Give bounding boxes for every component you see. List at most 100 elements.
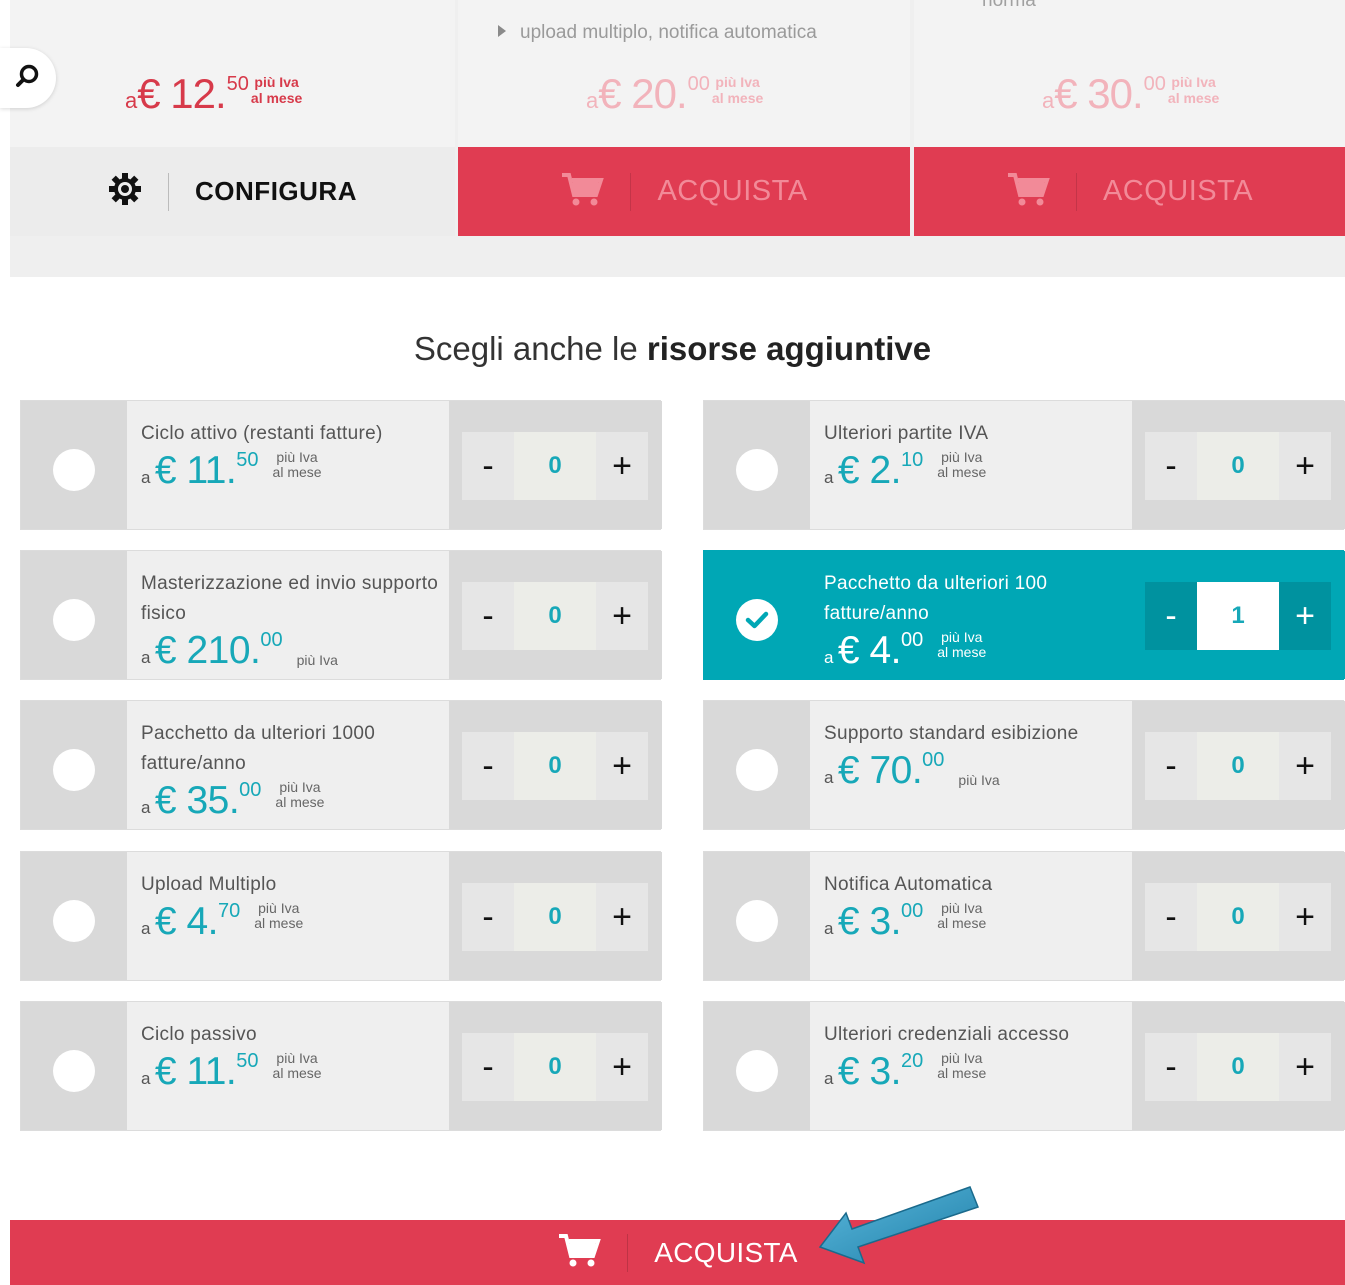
quantity-value[interactable]: 0 <box>1197 432 1279 500</box>
price-prefix: a <box>824 768 834 787</box>
addon-card-selected[interactable]: Pacchetto da ulteriori 100 fatture/anno … <box>703 550 1345 680</box>
price-cents: 50 <box>236 449 259 471</box>
plan-2-price: a€ 20.00 più Iva al mese <box>586 70 763 118</box>
addon-price: a € 11.50 più Iva al mese <box>141 449 449 493</box>
quantity-value[interactable]: 0 <box>514 432 596 500</box>
divider <box>630 172 632 211</box>
quantity-stepper: - 0 + <box>1145 883 1331 951</box>
increment-button[interactable]: + <box>596 732 648 800</box>
addon-card[interactable]: Ulteriori partite IVA a € 2.10 più Iva al … <box>703 400 1345 530</box>
price-main: € 70. <box>837 749 923 792</box>
price-main: € 210. <box>154 629 261 672</box>
addon-radio[interactable] <box>736 449 778 491</box>
addon-price: a € 4.70 più Iva al mese <box>141 900 449 944</box>
price-tax-note: più Iva al mese <box>275 780 324 810</box>
increment-button[interactable]: + <box>596 432 648 500</box>
addon-card[interactable]: Ciclo attivo (restanti fatture) a € 11.5… <box>20 400 662 530</box>
addon-card[interactable]: Supporto standard esibizione a € 70.00 pi… <box>703 700 1345 830</box>
price-prefix: a <box>141 468 151 487</box>
increment-button[interactable]: + <box>1279 732 1331 800</box>
tax-line-1: più Iva <box>715 74 760 90</box>
decrement-button[interactable]: - <box>1145 732 1197 800</box>
increment-button[interactable]: + <box>596 582 648 650</box>
quantity-area: - 0 + <box>1132 1002 1345 1130</box>
tax-line-2: al mese <box>937 1065 987 1081</box>
search-icon <box>15 63 41 94</box>
quantity-value[interactable]: 0 <box>514 883 596 951</box>
price-tax-note: più Iva <box>958 773 999 788</box>
buy-label: ACQUISTA <box>657 175 808 207</box>
decrement-button[interactable]: - <box>462 582 514 650</box>
price-prefix: a <box>141 648 151 667</box>
increment-button[interactable]: + <box>1279 432 1331 500</box>
plan-3-buy-button[interactable]: ACQUISTA <box>914 147 1345 236</box>
decrement-button[interactable]: - <box>1145 432 1197 500</box>
addon-name: Ulteriori partite IVA <box>824 423 989 444</box>
addon-card[interactable]: Notifica Automatica a € 3.00 più Iva al me… <box>703 851 1345 981</box>
decrement-button[interactable]: - <box>1145 883 1197 951</box>
increment-button[interactable]: + <box>596 883 648 951</box>
acquista-button[interactable]: ACQUISTA <box>10 1220 1345 1285</box>
price-prefix: a <box>141 1069 151 1088</box>
tax-line-1: più Iva <box>941 900 983 916</box>
price-tax-note: più Iva al mese <box>712 74 763 106</box>
price-prefix: a <box>141 919 151 938</box>
increment-button[interactable]: + <box>596 1033 648 1101</box>
price-cents: 50 <box>226 73 249 95</box>
addon-radio[interactable] <box>736 900 778 942</box>
price-tax-note: più Iva al mese <box>254 901 303 931</box>
quantity-value[interactable]: 0 <box>1197 1033 1279 1101</box>
addon-radio[interactable] <box>53 599 95 641</box>
addon-card[interactable]: Ulteriori credenziali accesso a € 3.20 pi… <box>703 1001 1345 1131</box>
divider <box>627 1233 629 1272</box>
quantity-value[interactable]: 0 <box>1197 732 1279 800</box>
addon-body: Pacchetto da ulteriori 100 fatture/anno … <box>810 551 1132 679</box>
addon-body: Upload Multiplo a € 4.70 più Iva al mese <box>127 852 449 980</box>
addon-radio[interactable] <box>53 1050 95 1092</box>
addon-card[interactable]: Pacchetto da ulteriori 1000 fatture/anno… <box>20 700 662 830</box>
increment-button[interactable]: + <box>1279 1033 1331 1101</box>
tax-line-2: al mese <box>250 90 303 106</box>
quantity-value[interactable]: 0 <box>514 1033 596 1101</box>
buy-label: ACQUISTA <box>1102 175 1254 207</box>
quantity-value[interactable]: 0 <box>514 732 596 800</box>
addon-radio[interactable] <box>53 749 95 791</box>
quantity-value[interactable]: 1 <box>1197 582 1279 650</box>
decrement-button[interactable]: - <box>462 1033 514 1101</box>
quantity-value[interactable]: 0 <box>1197 883 1279 951</box>
quantity-stepper: - 0 + <box>1145 432 1331 500</box>
decrement-button[interactable]: - <box>1145 1033 1197 1101</box>
price-prefix: a <box>824 919 834 938</box>
price-tax-note: più Iva al mese <box>937 1051 986 1081</box>
price-main: € 30. <box>1054 70 1143 117</box>
addon-card[interactable]: Upload Multiplo a € 4.70 più Iva al mese -… <box>20 851 662 981</box>
quantity-area: - 0 + <box>449 1002 662 1130</box>
plan-1-price: a€ 12.50 più Iva al mese <box>125 70 302 118</box>
quantity-stepper: - 0 + <box>1145 732 1331 800</box>
price-tax-note: più Iva al mese <box>273 450 322 480</box>
divider <box>1075 172 1077 211</box>
arrow-annotation-icon <box>812 1185 992 1280</box>
addon-card[interactable]: Masterizzazione ed invio supporto fisico… <box>20 550 662 680</box>
plan-2-buy-button[interactable]: ACQUISTA <box>458 147 910 236</box>
decrement-button[interactable]: - <box>462 883 514 951</box>
quantity-value[interactable]: 0 <box>514 582 596 650</box>
addon-radio[interactable] <box>53 900 95 942</box>
decrement-button[interactable]: - <box>462 432 514 500</box>
configura-button[interactable]: CONFIGURA <box>10 147 455 236</box>
increment-button[interactable]: + <box>1279 582 1331 650</box>
check-icon[interactable] <box>736 599 778 641</box>
addon-price: a € 11.50 più Iva al mese <box>141 1050 449 1094</box>
price-cents: 00 <box>260 629 283 651</box>
addon-card[interactable]: Ciclo passivo a € 11.50 più Iva al mese - … <box>20 1001 662 1131</box>
price-tax-note: più Iva al mese <box>273 1051 322 1081</box>
addon-radio[interactable] <box>53 449 95 491</box>
increment-button[interactable]: + <box>1279 883 1331 951</box>
quantity-stepper: - 0 + <box>462 582 648 650</box>
addon-radio[interactable] <box>736 1050 778 1092</box>
decrement-button[interactable]: - <box>1145 582 1197 650</box>
addon-radio[interactable] <box>736 749 778 791</box>
decrement-button[interactable]: - <box>462 732 514 800</box>
addon-body: Masterizzazione ed invio supporto fisico… <box>127 551 449 679</box>
price-prefix: a <box>824 1069 834 1088</box>
